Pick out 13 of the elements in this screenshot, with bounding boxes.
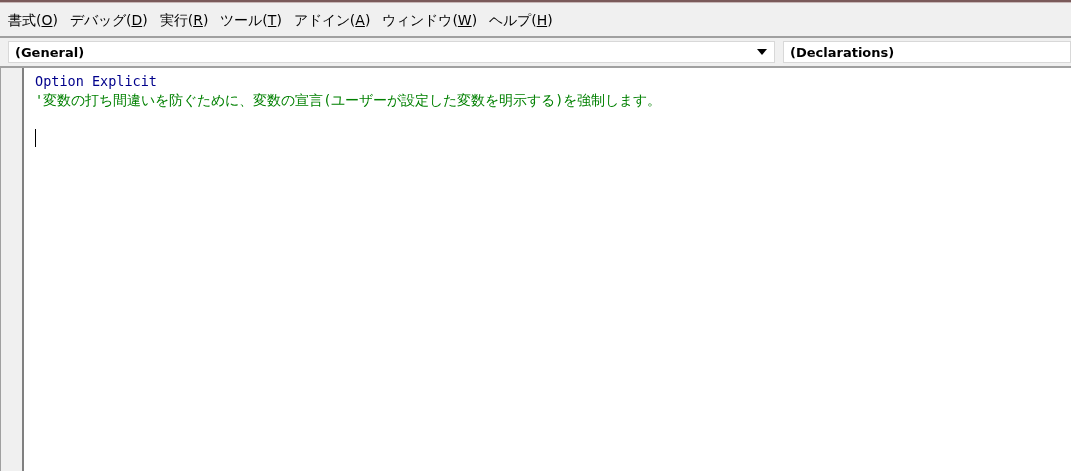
menu-item[interactable]: ツール(T): [214, 12, 288, 30]
menu-item[interactable]: アドイン(A): [287, 12, 377, 30]
menu-item[interactable]: デバッグ(D): [63, 12, 154, 30]
menu-item[interactable]: ウィンドウ(W): [376, 12, 484, 30]
menu-item[interactable]: ヘルプ(H): [483, 12, 559, 30]
procedure-dropdown[interactable]: (Declarations): [783, 41, 1071, 63]
code-line: '変数の打ち間違いを防ぐために、変数の宣言(ユーザーが設定した変数を明示する)を強制します。: [35, 91, 662, 110]
code-line: Option Explicit: [35, 72, 158, 91]
object-dropdown[interactable]: (General): [8, 41, 775, 63]
caret-icon: [756, 48, 768, 56]
text-cursor: [35, 129, 36, 147]
menu-item[interactable]: 実行(R): [153, 12, 215, 30]
menu-item[interactable]: 書式(O): [2, 12, 64, 30]
